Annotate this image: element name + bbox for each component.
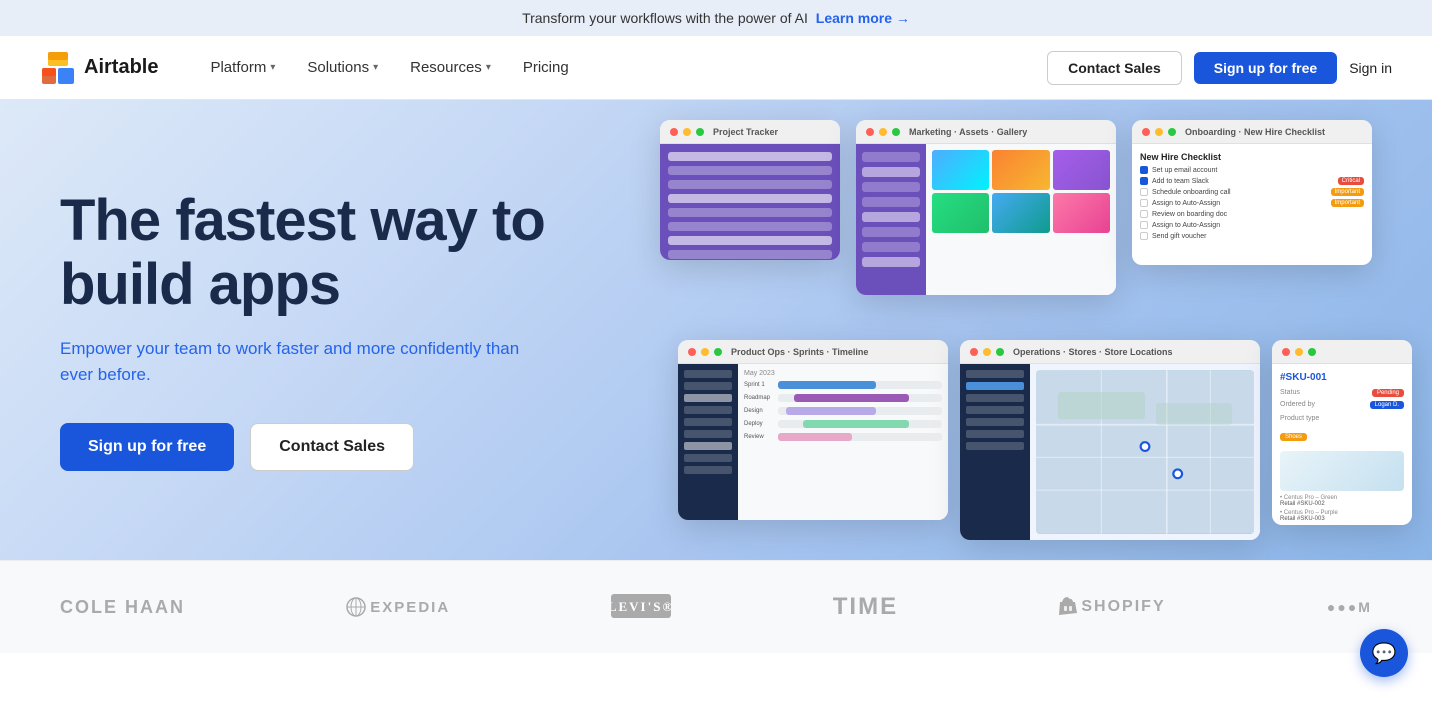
hero-content: The fastest way to build apps Empower yo…	[60, 189, 620, 472]
expedia-logo: Expedia	[346, 597, 450, 617]
time-logo: TIME	[833, 593, 898, 621]
marketing-gallery-screen: Marketing · Assets · Gallery	[856, 120, 1116, 295]
logo-link[interactable]: Airtable	[40, 50, 158, 86]
nav-actions: Contact Sales Sign up for free Sign in	[1047, 51, 1392, 85]
chat-icon: 💬	[1372, 641, 1397, 666]
expedia-icon	[346, 597, 366, 617]
nav-resources[interactable]: Resources ▾	[398, 51, 503, 84]
nav-links: Platform ▾ Solutions ▾ Resources ▾ Prici…	[198, 51, 1047, 84]
banner-text: Transform your workflows with the power …	[522, 10, 808, 26]
hero-signup-button[interactable]: Sign up for free	[60, 423, 234, 471]
levis-logo: Levi's®	[611, 594, 671, 621]
map-svg	[1036, 370, 1254, 534]
solutions-chevron-icon: ▾	[373, 62, 378, 73]
cole-haan-logo: COLE HAAN	[60, 597, 185, 618]
nav-pricing[interactable]: Pricing	[511, 51, 581, 84]
resources-chevron-icon: ▾	[486, 62, 491, 73]
screenshot-group-top: Project Tracker	[660, 120, 1372, 295]
nav-solutions[interactable]: Solutions ▾	[295, 51, 390, 84]
nav-signup-button[interactable]: Sign up for free	[1194, 52, 1337, 84]
sku-detail-screen: #SKU-001 Status Pending Ordered by Logan…	[1272, 340, 1412, 525]
nav-platform[interactable]: Platform ▾	[198, 51, 287, 84]
levis-badge-icon: Levi's®	[611, 594, 671, 618]
airtable-logo-icon	[40, 50, 76, 86]
screenshot-group-bottom: Product Ops · Sprints · Timeline	[678, 340, 1412, 540]
hero-title: The fastest way to build apps	[60, 189, 620, 317]
shopify-logo: shopify	[1059, 597, 1165, 617]
customers-bar: COLE HAAN Expedia Levi's® TIME shopify ●…	[0, 560, 1432, 653]
okta-logo: ●●●m	[1327, 599, 1372, 615]
chat-bubble-button[interactable]: 💬	[1360, 629, 1408, 677]
hero-contact-button[interactable]: Contact Sales	[250, 423, 414, 471]
hero-subtitle: Empower your team to work faster and mor…	[60, 336, 520, 387]
platform-chevron-icon: ▾	[270, 62, 275, 73]
contact-sales-button[interactable]: Contact Sales	[1047, 51, 1182, 85]
logo-text: Airtable	[84, 56, 158, 79]
productops-timeline-screen: Product Ops · Sprints · Timeline	[678, 340, 948, 520]
shopify-bag-icon	[1059, 597, 1077, 617]
top-banner: Transform your workflows with the power …	[0, 0, 1432, 36]
navigation: Airtable Platform ▾ Solutions ▾ Resource…	[0, 36, 1432, 100]
onboarding-screen: Onboarding · New Hire Checklist New Hire…	[1132, 120, 1372, 265]
operations-map-screen: Operations · Stores · Store Locations	[960, 340, 1260, 540]
signin-button[interactable]: Sign in	[1349, 60, 1392, 76]
hero-section: The fastest way to build apps Empower yo…	[0, 100, 1432, 560]
project-tracker-screen: Project Tracker	[660, 120, 840, 260]
svg-text:Levi's®: Levi's®	[611, 599, 671, 614]
sku-chart	[1280, 451, 1404, 491]
hero-buttons: Sign up for free Contact Sales	[60, 423, 620, 471]
banner-link[interactable]: Learn more →	[816, 10, 910, 26]
hero-screenshots: Project Tracker	[672, 100, 1432, 560]
